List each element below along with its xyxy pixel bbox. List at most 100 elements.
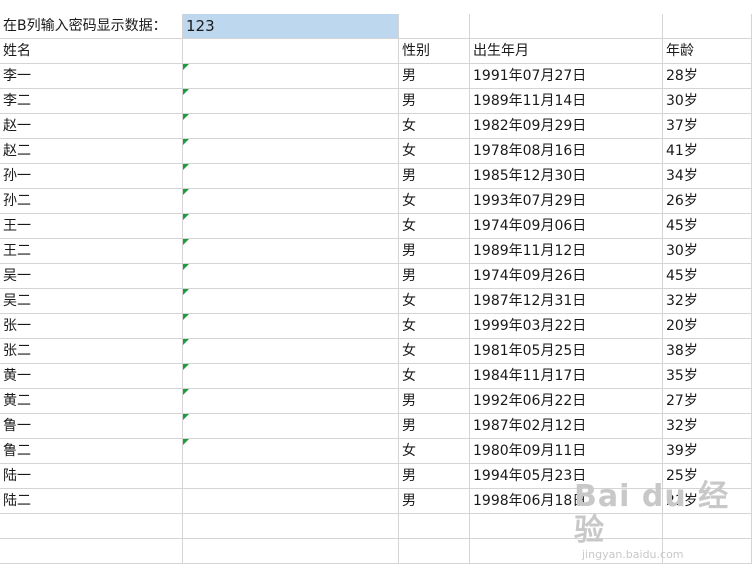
- header-name-cell[interactable]: 姓名: [0, 39, 183, 64]
- gender-cell[interactable]: 男: [399, 389, 470, 414]
- gender-cell[interactable]: 男: [399, 164, 470, 189]
- birthdate-cell[interactable]: 1992年06月22日: [470, 389, 663, 414]
- gender-cell[interactable]: 女: [399, 289, 470, 314]
- name-cell[interactable]: 孙二: [0, 189, 183, 214]
- gender-cell[interactable]: 男: [399, 414, 470, 439]
- name-cell[interactable]: 张一: [0, 314, 183, 339]
- birthdate-cell[interactable]: 1989年11月14日: [470, 89, 663, 114]
- age-cell[interactable]: 39岁: [663, 439, 752, 464]
- gender-cell[interactable]: 男: [399, 89, 470, 114]
- birthdate-cell[interactable]: 1993年07月29日: [470, 189, 663, 214]
- age-cell[interactable]: 35岁: [663, 364, 752, 389]
- name-cell[interactable]: 孙一: [0, 164, 183, 189]
- age-cell[interactable]: 27岁: [663, 389, 752, 414]
- header-age-cell[interactable]: 年龄: [663, 39, 752, 64]
- empty-cell[interactable]: [663, 14, 752, 39]
- name-cell[interactable]: 陆二: [0, 489, 183, 514]
- empty-cell[interactable]: [0, 514, 183, 539]
- age-cell[interactable]: 21岁: [663, 489, 752, 514]
- birthdate-cell[interactable]: 1987年02月12日: [470, 414, 663, 439]
- age-cell[interactable]: 20岁: [663, 314, 752, 339]
- empty-cell[interactable]: [399, 514, 470, 539]
- name-cell[interactable]: 李二: [0, 89, 183, 114]
- gender-cell[interactable]: 男: [399, 464, 470, 489]
- empty-cell[interactable]: [183, 514, 399, 539]
- age-cell[interactable]: 26岁: [663, 189, 752, 214]
- password-cell[interactable]: [183, 114, 399, 139]
- gender-cell[interactable]: 男: [399, 264, 470, 289]
- password-input-cell[interactable]: 123: [183, 14, 399, 39]
- birthdate-cell[interactable]: 1984年11月17日: [470, 364, 663, 389]
- password-cell[interactable]: [183, 214, 399, 239]
- name-cell[interactable]: 鲁一: [0, 414, 183, 439]
- password-cell[interactable]: [183, 414, 399, 439]
- gender-cell[interactable]: 女: [399, 314, 470, 339]
- password-cell[interactable]: [183, 439, 399, 464]
- name-cell[interactable]: 黄一: [0, 364, 183, 389]
- name-cell[interactable]: 赵一: [0, 114, 183, 139]
- password-cell[interactable]: [183, 64, 399, 89]
- empty-cell[interactable]: [663, 514, 752, 539]
- birthdate-cell[interactable]: 1985年12月30日: [470, 164, 663, 189]
- gender-cell[interactable]: 女: [399, 214, 470, 239]
- birthdate-cell[interactable]: 1974年09月06日: [470, 214, 663, 239]
- age-cell[interactable]: 32岁: [663, 289, 752, 314]
- gender-cell[interactable]: 女: [399, 114, 470, 139]
- age-cell[interactable]: 30岁: [663, 89, 752, 114]
- age-cell[interactable]: 34岁: [663, 164, 752, 189]
- birthdate-cell[interactable]: 1987年12月31日: [470, 289, 663, 314]
- password-cell[interactable]: [183, 264, 399, 289]
- age-cell[interactable]: 45岁: [663, 214, 752, 239]
- password-cell[interactable]: [183, 239, 399, 264]
- age-cell[interactable]: 32岁: [663, 414, 752, 439]
- password-cell[interactable]: [183, 164, 399, 189]
- age-cell[interactable]: 37岁: [663, 114, 752, 139]
- name-cell[interactable]: 陆一: [0, 464, 183, 489]
- name-cell[interactable]: 张二: [0, 339, 183, 364]
- gender-cell[interactable]: 男: [399, 64, 470, 89]
- empty-cell[interactable]: [470, 14, 663, 39]
- empty-cell[interactable]: [399, 14, 470, 39]
- name-cell[interactable]: 李一: [0, 64, 183, 89]
- birthdate-cell[interactable]: 1981年05月25日: [470, 339, 663, 364]
- password-cell[interactable]: [183, 489, 399, 514]
- gender-cell[interactable]: 女: [399, 439, 470, 464]
- password-cell[interactable]: [183, 139, 399, 164]
- password-cell[interactable]: [183, 289, 399, 314]
- birthdate-cell[interactable]: 1980年09月11日: [470, 439, 663, 464]
- password-cell[interactable]: [183, 189, 399, 214]
- empty-cell[interactable]: [399, 539, 470, 564]
- name-cell[interactable]: 吴二: [0, 289, 183, 314]
- age-cell[interactable]: 45岁: [663, 264, 752, 289]
- gender-cell[interactable]: 女: [399, 364, 470, 389]
- age-cell[interactable]: 25岁: [663, 464, 752, 489]
- password-cell[interactable]: [183, 339, 399, 364]
- header-birthdate-cell[interactable]: 出生年月: [470, 39, 663, 64]
- birthdate-cell[interactable]: 1999年03月22日: [470, 314, 663, 339]
- name-cell[interactable]: 黄二: [0, 389, 183, 414]
- empty-cell[interactable]: [0, 539, 183, 564]
- gender-cell[interactable]: 男: [399, 239, 470, 264]
- birthdate-cell[interactable]: 1982年09月29日: [470, 114, 663, 139]
- birthdate-cell[interactable]: 1991年07月27日: [470, 64, 663, 89]
- birthdate-cell[interactable]: 1994年05月23日: [470, 464, 663, 489]
- name-cell[interactable]: 鲁二: [0, 439, 183, 464]
- password-cell[interactable]: [183, 89, 399, 114]
- age-cell[interactable]: 41岁: [663, 139, 752, 164]
- password-cell[interactable]: [183, 389, 399, 414]
- header-password-cell[interactable]: [183, 39, 399, 64]
- empty-cell[interactable]: [470, 539, 663, 564]
- name-cell[interactable]: 王二: [0, 239, 183, 264]
- gender-cell[interactable]: 女: [399, 339, 470, 364]
- birthdate-cell[interactable]: 1974年09月26日: [470, 264, 663, 289]
- empty-cell[interactable]: [663, 539, 752, 564]
- birthdate-cell[interactable]: 1989年11月12日: [470, 239, 663, 264]
- birthdate-cell[interactable]: 1978年08月16日: [470, 139, 663, 164]
- empty-cell[interactable]: [183, 539, 399, 564]
- age-cell[interactable]: 30岁: [663, 239, 752, 264]
- password-cell[interactable]: [183, 464, 399, 489]
- password-cell[interactable]: [183, 314, 399, 339]
- name-cell[interactable]: 吴一: [0, 264, 183, 289]
- prompt-label-cell[interactable]: 在B列输入密码显示数据：: [0, 14, 183, 39]
- age-cell[interactable]: 38岁: [663, 339, 752, 364]
